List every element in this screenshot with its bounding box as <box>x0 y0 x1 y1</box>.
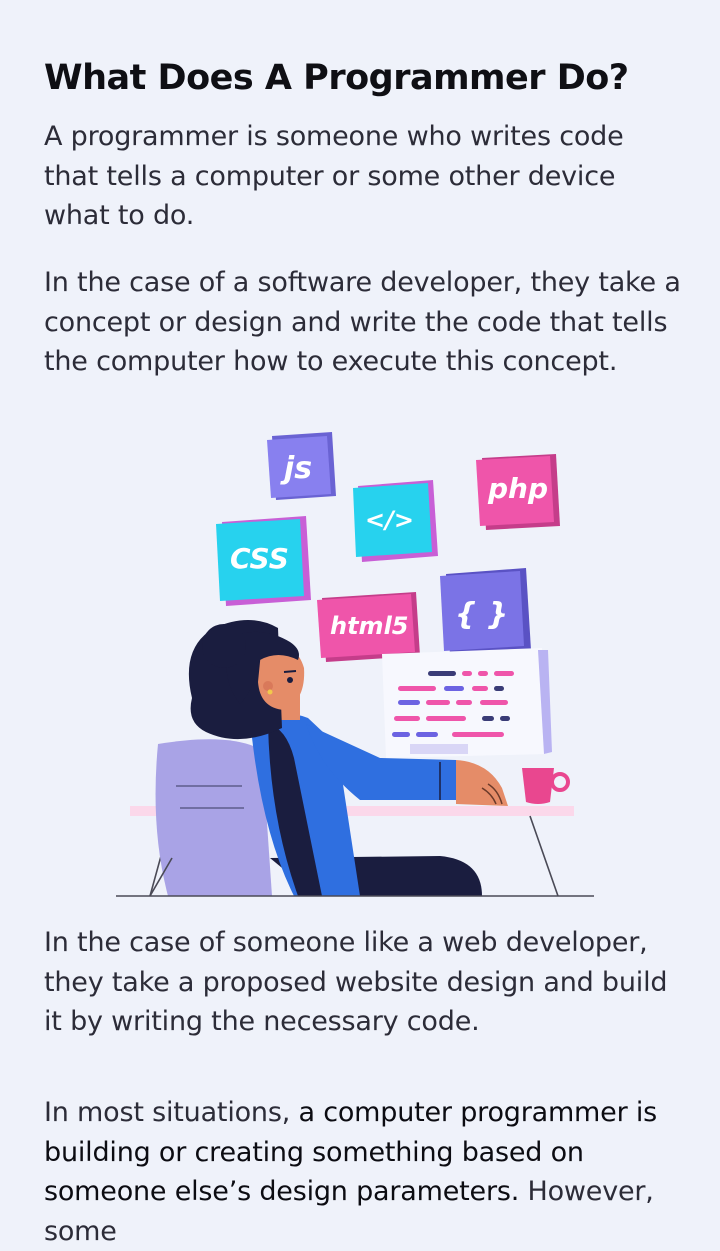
js-tag-label: js <box>280 451 312 486</box>
code-tag-icon: </> <box>353 480 438 562</box>
braces-tag-label: { } <box>455 597 508 632</box>
paragraph-4-intro: In most situations, <box>44 1097 299 1128</box>
monitor-icon <box>382 648 552 758</box>
html5-tag-label: html5 <box>330 612 409 640</box>
css-tag-icon: CSS <box>216 516 311 606</box>
paragraph-4: In most situations, a computer programme… <box>44 1093 684 1251</box>
chair <box>149 739 272 897</box>
js-tag-icon: js <box>267 432 336 500</box>
paragraph-3: In the case of someone like a web develo… <box>44 927 668 1037</box>
css-tag-label: CSS <box>230 542 289 575</box>
programmer-illustration: js </> php CSS html5 { } <box>116 432 594 897</box>
mug-icon <box>522 768 570 804</box>
article-heading: What Does A Programmer Do? <box>44 58 629 98</box>
braces-tag-icon: { } <box>440 568 531 656</box>
code-tag-label: </> <box>365 506 414 534</box>
article-page: What Does A Programmer Do? A programmer … <box>0 0 720 1249</box>
php-tag-label: php <box>487 472 548 505</box>
paragraph-2: In the case of a software developer, the… <box>44 267 681 377</box>
paragraph-1: A programmer is someone who writes code … <box>44 121 624 231</box>
php-tag-icon: php <box>476 454 560 530</box>
html5-tag-icon: html5 <box>317 592 420 662</box>
